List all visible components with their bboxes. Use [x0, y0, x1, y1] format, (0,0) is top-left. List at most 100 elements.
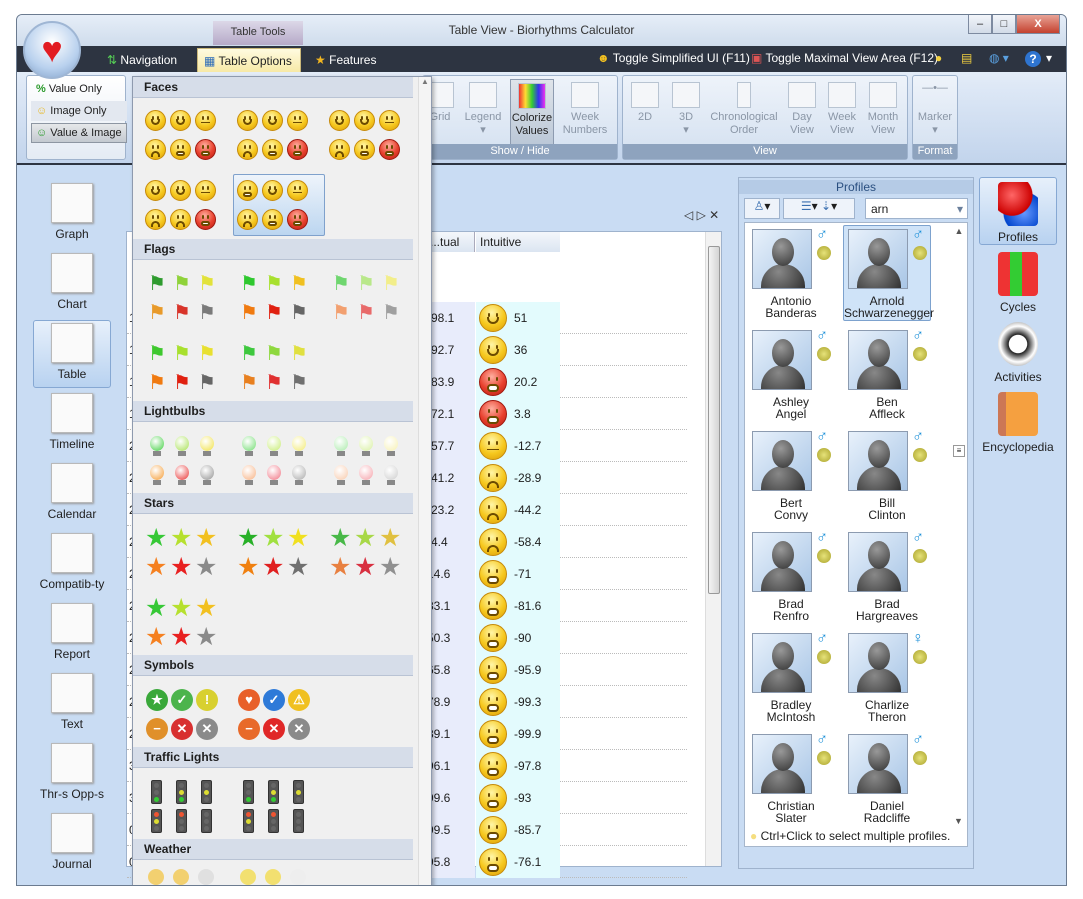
- heart-icon[interactable]: ♥: [23, 21, 81, 79]
- column-header-intuitive[interactable]: Intuitive: [476, 232, 560, 252]
- icon-set-option[interactable]: [325, 104, 417, 166]
- tab-navigation[interactable]: ⇅ Navigation: [101, 48, 185, 72]
- icon-set-option[interactable]: ★ ★ ★ ★ ★ ★: [233, 520, 325, 582]
- column-header-actual[interactable]: ...tual: [427, 232, 475, 252]
- profile-card[interactable]: ♂ Ben Affleck: [843, 326, 931, 422]
- icon-set-option[interactable]: ★ ★ ★ ★ ★ ★: [141, 590, 233, 652]
- maximize-button[interactable]: □: [992, 15, 1016, 34]
- eye: [274, 215, 277, 220]
- profile-card[interactable]: ♂ Bert Convy: [747, 427, 835, 523]
- scrollbar-thumb[interactable]: [708, 246, 720, 594]
- next-icon[interactable]: ▷: [697, 208, 706, 222]
- chronological-order-button[interactable]: Chronological Order: [707, 79, 781, 145]
- globe-icon[interactable]: ◍ ▾: [989, 51, 1009, 65]
- day-view-button[interactable]: Day View: [783, 79, 821, 145]
- icon-set-option[interactable]: [233, 428, 325, 490]
- icon-set-option[interactable]: [233, 774, 325, 836]
- 2d-button[interactable]: 2D: [625, 79, 665, 145]
- line-graph-icon: [51, 183, 93, 223]
- legend-button[interactable]: Legend ▾: [459, 79, 507, 145]
- icon-set-option[interactable]: ⚑ ⚑ ⚑ ⚑ ⚑ ⚑: [325, 266, 417, 328]
- nav-item-table[interactable]: Table: [33, 320, 111, 388]
- flag-icon: ⚑: [170, 272, 194, 296]
- nav-item-graph[interactable]: Graph: [33, 180, 111, 248]
- intuitive-value: 51: [514, 311, 528, 325]
- nav-item-encyclopedia[interactable]: Encyclopedia: [979, 387, 1057, 455]
- icon-set-option[interactable]: [141, 174, 233, 236]
- profile-card[interactable]: ♂ Brad Renfro: [747, 528, 835, 624]
- toggle-maximal-view-button[interactable]: ▣ Toggle Maximal View Area (F12): [751, 51, 938, 65]
- nav-item-profiles[interactable]: Profiles: [979, 177, 1057, 245]
- week-numbers-button[interactable]: Week Numbers: [559, 79, 611, 145]
- icon-set-option[interactable]: [233, 104, 325, 166]
- help-icon[interactable]: ?: [1025, 51, 1041, 67]
- table-scrollbar[interactable]: [705, 232, 721, 866]
- icon-set-option[interactable]: ♥ ✓ ⚠ − ✕ ✕: [233, 682, 325, 744]
- colorize-values-button[interactable]: Colorize Values: [510, 79, 554, 149]
- nav-item-chart[interactable]: Chart: [33, 250, 111, 318]
- profile-search-input[interactable]: arn ▾: [865, 198, 968, 219]
- nav-item-timeline[interactable]: Timeline: [33, 390, 111, 458]
- percent-icon: %: [36, 83, 46, 95]
- icon-set-option[interactable]: ⚑ ⚑ ⚑ ⚑ ⚑ ⚑: [141, 336, 233, 398]
- profile-card[interactable]: ♂ Ashley Angel: [747, 326, 835, 422]
- icon-set-option[interactable]: ⚑ ⚑ ⚑ ⚑ ⚑ ⚑: [233, 336, 325, 398]
- icon-set-option[interactable]: [141, 774, 233, 836]
- 3d-button[interactable]: 3D ▾: [667, 79, 705, 145]
- value-only-option[interactable]: % Value Only: [31, 79, 127, 99]
- nav-item-text[interactable]: Text: [33, 670, 111, 738]
- icon-set-option[interactable]: ⚑ ⚑ ⚑ ⚑ ⚑ ⚑: [141, 266, 233, 328]
- icon-set-option[interactable]: [141, 428, 233, 490]
- close-button[interactable]: X: [1016, 15, 1060, 34]
- chevron-down-icon[interactable]: ▾: [1046, 51, 1052, 65]
- minimize-button[interactable]: –: [968, 15, 992, 34]
- scrollbar-thumb[interactable]: ≡: [953, 445, 965, 457]
- profile-card[interactable]: ♂ Bradley McIntosh: [747, 629, 835, 725]
- sort-dropdowns[interactable]: ☰▾ ⇣▾: [783, 198, 855, 219]
- icon-set-option[interactable]: ★ ★ ★ ★ ★ ★: [325, 520, 417, 582]
- profile-card[interactable]: ♂ Christian Slater: [747, 730, 835, 826]
- profile-card[interactable]: ♂ Antonio Banderas: [747, 225, 835, 321]
- add-profile-dropdown[interactable]: ♙▾: [744, 198, 780, 219]
- lightbulb-icon[interactable]: ●: [935, 51, 942, 65]
- profile-card[interactable]: ♂ Daniel Radcliffe: [843, 730, 931, 826]
- eye: [488, 824, 491, 829]
- icon-set-option[interactable]: [233, 866, 325, 885]
- profile-scrollbar[interactable]: ▲ ≡ ▼: [951, 223, 967, 828]
- month-view-button[interactable]: Month View: [863, 79, 903, 145]
- icon-set-option[interactable]: ★ ★ ★ ★ ★ ★: [141, 520, 233, 582]
- profile-card[interactable]: ♂ Bill Clinton: [843, 427, 931, 523]
- toggle-simplified-ui-button[interactable]: ☻ Toggle Simplified UI (F11): [597, 51, 750, 65]
- profile-card[interactable]: ♀ Charlize Theron: [843, 629, 931, 725]
- nav-item-journal[interactable]: Journal: [33, 810, 111, 878]
- profile-card[interactable]: ♂ Brad Hargreaves: [843, 528, 931, 624]
- star-glyph: ★: [195, 593, 218, 622]
- icon-set-option[interactable]: [325, 428, 417, 490]
- week-view-button[interactable]: Week View: [823, 79, 861, 145]
- flag-icon: ⚑: [148, 272, 166, 295]
- image-only-option[interactable]: ☺ Image Only: [31, 101, 127, 121]
- icon-set-option[interactable]: [233, 174, 325, 236]
- previous-icon[interactable]: ◁: [684, 208, 693, 222]
- icon-set-option[interactable]: [141, 866, 233, 885]
- tab-table-options[interactable]: ▦ Table Options: [197, 48, 301, 72]
- nav-item-compatib-ty[interactable]: Compatib-ty: [33, 530, 111, 598]
- marker-button[interactable]: —•— Marker ▾: [915, 79, 955, 145]
- value-and-image-option[interactable]: ☺ Value & Image: [31, 123, 127, 143]
- profile-card[interactable]: ♂ Arnold Schwarzenegger: [843, 225, 934, 321]
- nav-item-calendar[interactable]: Calendar: [33, 460, 111, 528]
- icon-set-option[interactable]: ⚑ ⚑ ⚑ ⚑ ⚑ ⚑: [233, 266, 325, 328]
- icon-set-option[interactable]: [141, 104, 233, 166]
- nav-item-cycles[interactable]: Cycles: [979, 247, 1057, 315]
- nav-item-label: Encyclopedia: [982, 440, 1054, 454]
- certificate-icon[interactable]: ▤: [961, 51, 972, 65]
- nav-item-report[interactable]: Report: [33, 600, 111, 668]
- close-icon[interactable]: ✕: [709, 208, 719, 222]
- nav-item-activities[interactable]: Activities: [979, 317, 1057, 385]
- dropdown-scrollbar[interactable]: ▲: [418, 77, 431, 885]
- nav-item-thr-s-opp-s[interactable]: Thr-s Opp-s: [33, 740, 111, 808]
- tab-features[interactable]: ★ Features: [309, 48, 384, 72]
- icon-set-option[interactable]: ★ ✓! − ✕ ✕: [141, 682, 233, 744]
- line-chart-icon: [631, 82, 659, 108]
- group-label: View: [623, 144, 907, 159]
